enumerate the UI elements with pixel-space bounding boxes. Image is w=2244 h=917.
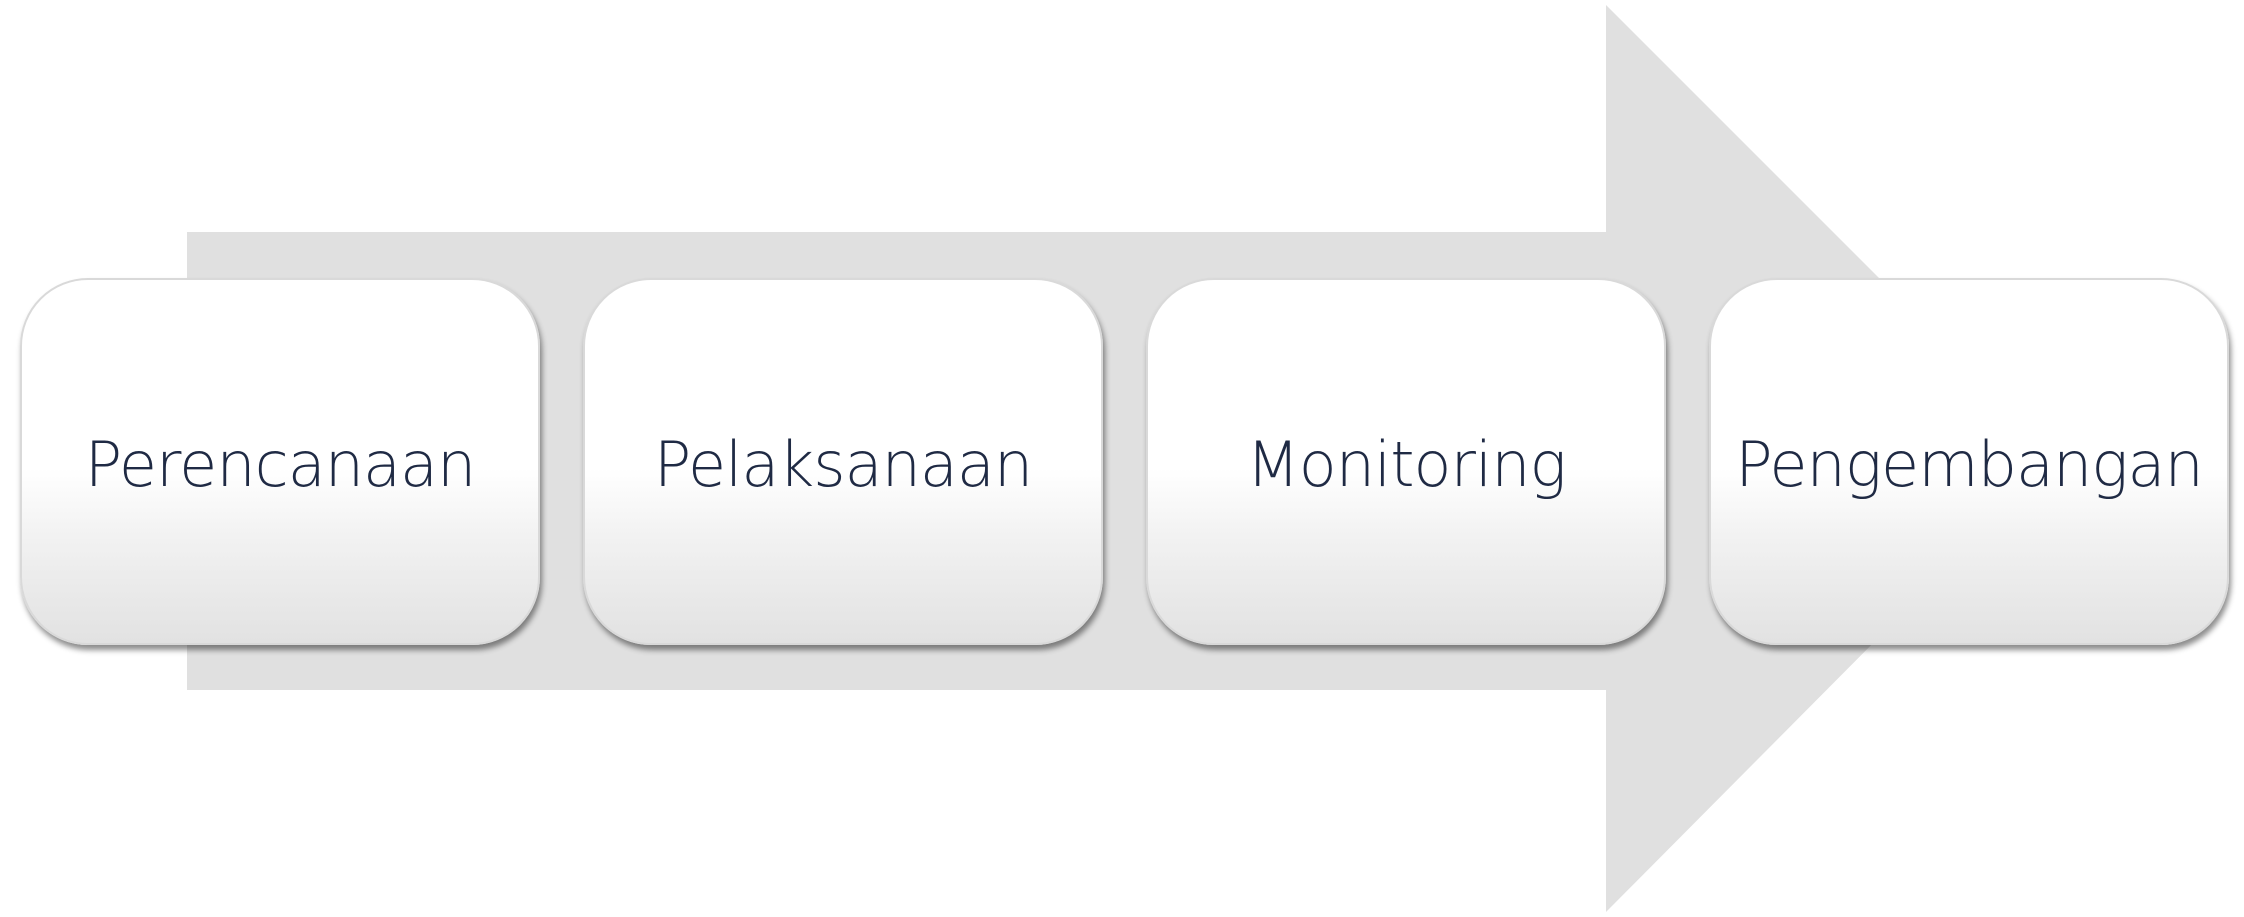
step-box-3: Monitoring — [1146, 278, 1666, 645]
step-label-2: Pelaksanaan — [653, 428, 1033, 501]
step-label-1: Perencanaan — [84, 428, 477, 501]
step-box-4: Pengembangan — [1709, 278, 2229, 645]
step-box-1: Perencanaan — [20, 278, 540, 645]
step-label-4: Pengembangan — [1735, 428, 2204, 501]
step-box-2: Pelaksanaan — [583, 278, 1103, 645]
step-label-3: Monitoring — [1246, 428, 1566, 501]
